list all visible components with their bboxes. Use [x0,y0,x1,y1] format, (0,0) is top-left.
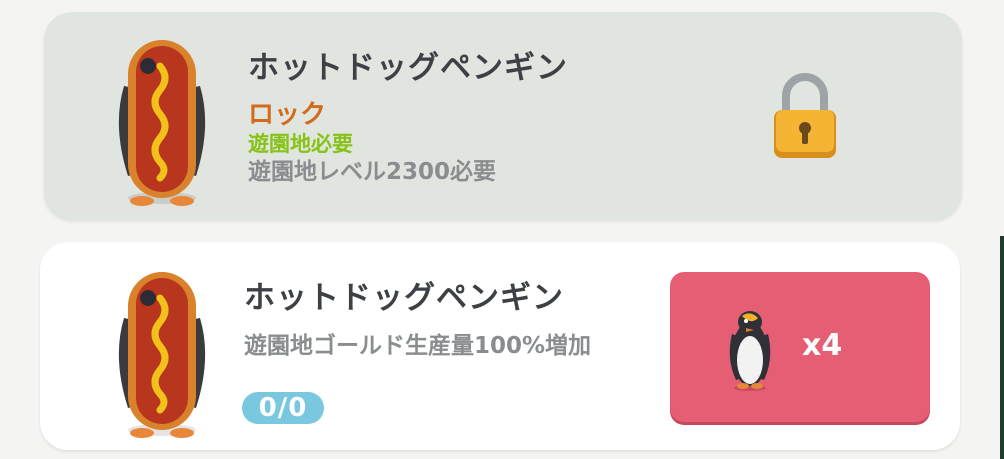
skin-card: ホットドッグペンギン 遊園地ゴールド生産量100%増加 0/0 x4 [40,242,960,450]
level-requirement-label: 遊園地レベル2300必要 [248,159,497,185]
progress-badge: 0/0 [242,392,324,424]
skin-title: ホットドッグペンギン [244,280,564,316]
padlock-icon [770,70,840,162]
hotdog-penguin-avatar [102,258,222,438]
unlock-skin-button[interactable]: x4 [670,272,930,422]
hotdog-penguin-avatar [102,26,222,206]
skin-title: ホットドッグペンギン [248,50,568,86]
cost-quantity: x4 [802,328,843,363]
lock-status: ロック [248,100,327,130]
skin-effect-description: 遊園地ゴールド生産量100%増加 [244,333,592,359]
penguin-icon [722,304,778,392]
screen-edge [1000,236,1004,459]
locked-skin-card: ホットドッグペンギン ロック 遊園地必要 遊園地レベル2300必要 [44,12,962,220]
